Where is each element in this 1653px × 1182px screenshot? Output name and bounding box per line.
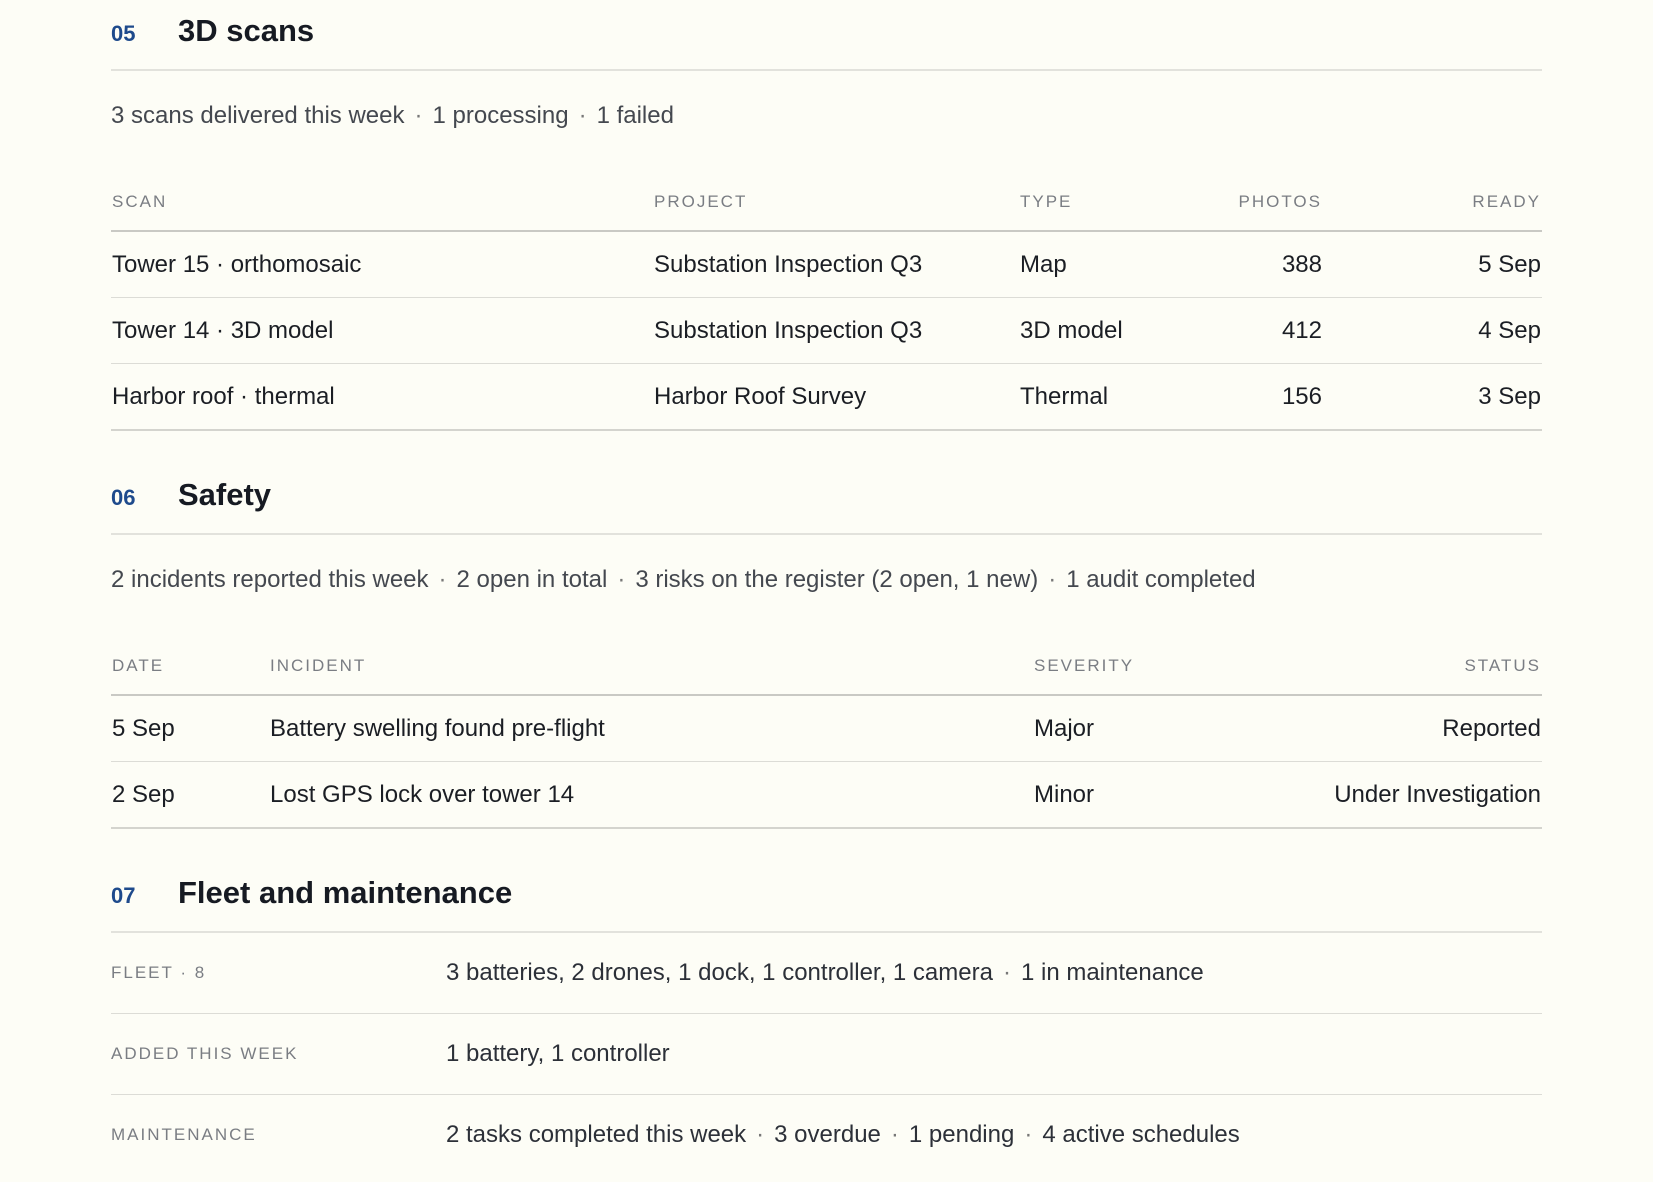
summary-item: 3 scans delivered this week xyxy=(111,102,405,129)
fleet-value-item: 4 active schedules xyxy=(1042,1121,1240,1148)
scan-photos: 412 xyxy=(1181,297,1323,364)
column-header-ready: READY xyxy=(1323,148,1542,232)
fleet-value-item: 3 batteries, 2 drones, 1 dock, 1 control… xyxy=(446,959,993,986)
section-header: 06 Safety xyxy=(111,461,1542,535)
section-header: 05 3D scans xyxy=(111,0,1542,71)
column-header-status: STATUS xyxy=(1235,612,1542,696)
scan-name: Tower 14 · 3D model xyxy=(111,297,653,364)
table-row[interactable]: Tower 14 · 3D model Substation Inspectio… xyxy=(111,297,1542,364)
summary-item: 1 processing xyxy=(432,102,569,129)
section-title: Fleet and maintenance xyxy=(178,875,513,910)
scan-photos: 388 xyxy=(1181,231,1323,298)
fleet-row-value: 3 batteries, 2 drones, 1 dock, 1 control… xyxy=(446,959,1204,986)
scan-type: Thermal xyxy=(1019,363,1181,431)
scan-name: Tower 15 · orthomosaic xyxy=(111,231,653,298)
fleet-row: MAINTENANCE 2 tasks completed this week ·… xyxy=(111,1095,1542,1175)
scan-project: Substation Inspection Q3 xyxy=(653,231,1019,298)
column-header-project: PROJECT xyxy=(653,148,1019,232)
summary-item: 1 audit completed xyxy=(1066,566,1256,593)
section-fleet-maintenance: 07 Fleet and maintenance FLEET · 8 3 bat… xyxy=(111,859,1542,1175)
scan-type: Map xyxy=(1019,231,1181,298)
fleet-list: FLEET · 8 3 batteries, 2 drones, 1 dock,… xyxy=(111,933,1542,1175)
severity-badge: Minor xyxy=(1033,761,1235,829)
section-number: 05 xyxy=(111,21,136,46)
scan-name: Harbor roof · thermal xyxy=(111,363,653,431)
column-header-photos: PHOTOS xyxy=(1181,148,1323,232)
fleet-value-item: 1 battery, 1 controller xyxy=(446,1040,670,1067)
table-row[interactable]: 2 Sep Lost GPS lock over tower 14 Minor … xyxy=(111,761,1542,829)
incident-date: 5 Sep xyxy=(111,695,269,762)
scan-project: Substation Inspection Q3 xyxy=(653,297,1019,364)
fleet-value-item: 1 pending xyxy=(908,1121,1015,1148)
section-safety: 06 Safety 2 incidents reported this week… xyxy=(111,461,1542,829)
section-header: 07 Fleet and maintenance xyxy=(111,859,1542,933)
incident-description: Battery swelling found pre-flight xyxy=(269,695,1033,762)
summary-item: 3 risks on the register (2 open, 1 new) xyxy=(635,566,1039,593)
summary-item: 2 open in total xyxy=(456,566,608,593)
section-number: 06 xyxy=(111,485,136,510)
table-row[interactable]: Tower 15 · orthomosaic Substation Inspec… xyxy=(111,231,1542,298)
fleet-row: ADDED THIS WEEK 1 battery, 1 controller xyxy=(111,1014,1542,1095)
scan-ready: 5 Sep xyxy=(1323,231,1542,298)
section-3d-scans: 05 3D scans 3 scans delivered this week ·… xyxy=(111,0,1542,431)
fleet-row-label: ADDED THIS WEEK xyxy=(111,1044,299,1063)
fleet-value-item: 1 in maintenance xyxy=(1020,959,1204,986)
severity-badge: Major xyxy=(1033,695,1235,762)
column-header-type: TYPE xyxy=(1019,148,1181,232)
incident-description: Lost GPS lock over tower 14 xyxy=(269,761,1033,829)
summary-item: 2 incidents reported this week xyxy=(111,566,429,593)
section-number: 07 xyxy=(111,883,136,908)
scan-ready: 3 Sep xyxy=(1323,363,1542,431)
fleet-row-value: 1 battery, 1 controller xyxy=(446,1040,670,1068)
incident-date: 2 Sep xyxy=(111,761,269,829)
fleet-row-label: MAINTENANCE xyxy=(111,1125,257,1144)
scan-type: 3D model xyxy=(1019,297,1181,364)
incidents-table: DATE INCIDENT SEVERITY STATUS 5 Sep Batt… xyxy=(111,612,1542,829)
section-title: Safety xyxy=(178,477,272,512)
fleet-value-item: 3 overdue xyxy=(774,1121,881,1148)
fleet-row-value: 2 tasks completed this week · 3 overdue · 1 … xyxy=(446,1121,1240,1148)
incident-status: Under Investigation xyxy=(1235,761,1542,829)
table-row[interactable]: 5 Sep Battery swelling found pre-flight … xyxy=(111,695,1542,762)
scan-ready: 4 Sep xyxy=(1323,297,1542,364)
fleet-value-item: 2 tasks completed this week xyxy=(446,1121,747,1148)
section-title: 3D scans xyxy=(178,13,315,48)
scans-table: SCAN PROJECT TYPE PHOTOS READY Tower 15 … xyxy=(111,148,1542,431)
incident-status: Reported xyxy=(1235,695,1542,762)
fleet-row: FLEET · 8 3 batteries, 2 drones, 1 dock,… xyxy=(111,933,1542,1014)
fleet-row-label: FLEET · 8 xyxy=(111,963,207,982)
summary-item: 1 failed xyxy=(596,102,674,129)
scan-photos: 156 xyxy=(1181,363,1323,431)
scan-project: Harbor Roof Survey xyxy=(653,363,1019,431)
table-row[interactable]: Harbor roof · thermal Harbor Roof Survey… xyxy=(111,363,1542,431)
